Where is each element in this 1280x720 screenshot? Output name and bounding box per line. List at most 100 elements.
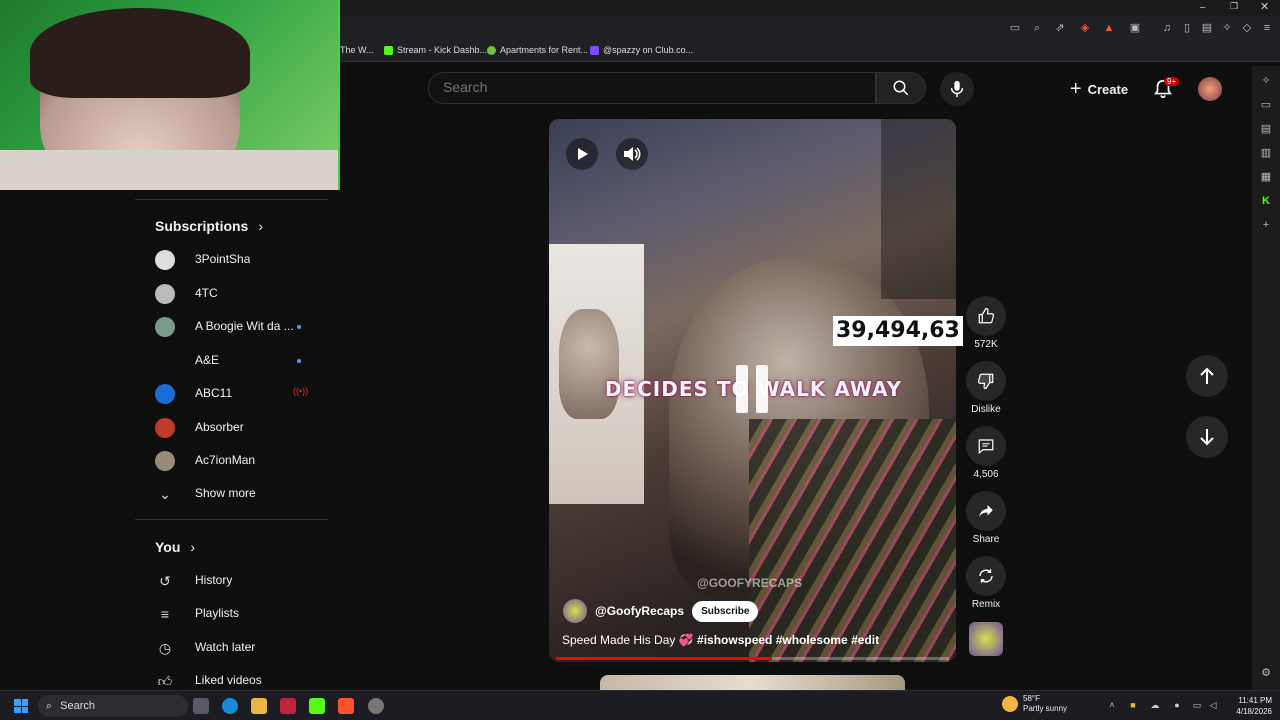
leo-ai-icon[interactable]: ✧ bbox=[1259, 74, 1273, 88]
media-icon[interactable]: ♫ bbox=[1160, 21, 1174, 35]
bookmark-item[interactable]: @spazzy on Club.co... bbox=[590, 45, 693, 55]
sidebar-item-label: 3PointSha bbox=[195, 252, 251, 266]
sidebar-item-subscription[interactable]: A Boogie Wit da ... bbox=[135, 309, 328, 343]
tray-chevron-icon[interactable]: ˄ bbox=[1107, 700, 1117, 710]
app-icon[interactable] bbox=[280, 698, 296, 714]
video-progress-bar[interactable] bbox=[556, 657, 949, 660]
live-icon: ((•)) bbox=[293, 386, 309, 396]
history-icon[interactable]: ▦ bbox=[1259, 170, 1273, 184]
share-icon[interactable]: ⇗ bbox=[1053, 21, 1067, 35]
play-icon bbox=[578, 148, 588, 160]
video-title[interactable]: Speed Made His Day 💞 #ishowspeed #wholes… bbox=[562, 633, 879, 647]
bookmark-item[interactable]: The W... bbox=[340, 45, 374, 55]
search-input[interactable] bbox=[443, 79, 843, 95]
subscriptions-heading[interactable]: Subscriptions › bbox=[155, 218, 263, 234]
file-explorer-icon[interactable] bbox=[251, 698, 267, 714]
remix-button[interactable]: Remix bbox=[966, 556, 1006, 610]
volume-button[interactable] bbox=[616, 138, 648, 170]
sidebar-toggle-icon[interactable]: ▯ bbox=[1180, 21, 1194, 35]
weather-widget[interactable]: 58°F Partly sunny bbox=[1002, 694, 1067, 714]
leo-icon[interactable]: ✧ bbox=[1220, 21, 1234, 35]
taskbar-search[interactable]: ⌕ Search bbox=[38, 695, 188, 717]
dislike-button[interactable]: Dislike bbox=[966, 361, 1006, 415]
search-button[interactable] bbox=[876, 72, 926, 104]
tray-mic-icon[interactable]: ● bbox=[1172, 700, 1182, 710]
network-icon[interactable]: ▭ bbox=[1192, 700, 1202, 710]
windows-start-icon[interactable] bbox=[14, 699, 28, 713]
tabs-icon[interactable]: ▭ bbox=[1259, 98, 1273, 112]
kick-app-icon[interactable] bbox=[309, 698, 325, 714]
settings-gear-icon[interactable]: ⚙ bbox=[1259, 666, 1273, 680]
bookmarks-icon[interactable]: ▥ bbox=[1259, 146, 1273, 160]
tray-cloud-icon[interactable]: ☁ bbox=[1150, 700, 1160, 710]
sidebar-item-watch-later[interactable]: ◷ Watch later bbox=[135, 630, 328, 664]
video-controls bbox=[566, 138, 648, 170]
video-watermark: @GOOFYRECAPS bbox=[697, 576, 803, 590]
comments-button[interactable]: 4,506 bbox=[966, 426, 1006, 480]
sidebar-item-history[interactable]: ↺ History bbox=[135, 563, 328, 597]
minimize-icon[interactable]: – bbox=[1200, 2, 1206, 13]
clock-time: 11:41 PM bbox=[1238, 696, 1272, 705]
play-button[interactable] bbox=[566, 138, 598, 170]
sidebar-item-label: Liked videos bbox=[195, 673, 262, 687]
sidebar-item-subscription[interactable]: 3PointSha bbox=[135, 242, 328, 276]
show-more-button[interactable]: ⌄ Show more bbox=[135, 476, 328, 510]
sidebar-item-playlists[interactable]: ≡ Playlists bbox=[135, 596, 328, 630]
previous-short-button[interactable] bbox=[1186, 355, 1228, 397]
reading-list-icon[interactable]: ▤ bbox=[1259, 122, 1273, 136]
channel-avatar bbox=[155, 451, 175, 471]
you-heading[interactable]: You › bbox=[155, 539, 195, 555]
sidebar-item-subscription[interactable]: Ac7ionMan bbox=[135, 443, 328, 477]
chevron-right-icon: › bbox=[258, 218, 264, 234]
create-button[interactable]: + Create bbox=[1062, 74, 1136, 104]
sidebar-divider bbox=[135, 199, 328, 200]
vpn-icon[interactable]: ◇ bbox=[1240, 21, 1254, 35]
share-button[interactable]: Share bbox=[966, 491, 1006, 545]
search-box[interactable] bbox=[428, 72, 876, 104]
watch-later-icon: ◷ bbox=[158, 640, 172, 656]
restore-icon[interactable]: ❐ bbox=[1230, 1, 1238, 12]
menu-icon[interactable]: ≡ bbox=[1260, 21, 1274, 35]
bookmark-label: The W... bbox=[340, 45, 374, 55]
settings-app-icon[interactable] bbox=[368, 698, 384, 714]
arrow-up-icon bbox=[1200, 367, 1214, 384]
pause-icon[interactable] bbox=[736, 365, 772, 415]
brave-shield-icon[interactable]: ◈ bbox=[1078, 21, 1092, 35]
sidebar-item-subscription[interactable]: Absorber bbox=[135, 410, 328, 444]
sound-thumbnail[interactable] bbox=[969, 622, 1003, 656]
search-icon bbox=[893, 80, 909, 96]
bookmark-item[interactable]: Stream - Kick Dashb... bbox=[384, 45, 487, 55]
like-button[interactable]: 572K bbox=[966, 296, 1006, 350]
wallet-icon[interactable]: ▤ bbox=[1200, 21, 1214, 35]
kick-icon[interactable]: K bbox=[1259, 194, 1273, 208]
speaker-icon[interactable]: ◁ bbox=[1208, 700, 1218, 710]
close-icon[interactable]: ✕ bbox=[1260, 0, 1269, 13]
extension-icon[interactable]: ▣ bbox=[1128, 21, 1142, 35]
channel-name[interactable]: @GoofyRecaps bbox=[595, 604, 684, 618]
bookmark-label: @spazzy on Club.co... bbox=[603, 45, 694, 55]
you-title: You bbox=[155, 539, 181, 555]
tray-app-icon[interactable]: ■ bbox=[1128, 700, 1138, 710]
task-view-icon[interactable] bbox=[193, 698, 209, 714]
comment-icon bbox=[978, 439, 994, 454]
video-hashtags[interactable]: #ishowspeed #wholesome #edit bbox=[697, 633, 879, 647]
channel-avatar[interactable] bbox=[563, 599, 587, 623]
taskbar-clock[interactable]: 11:41 PM 4/18/2026 bbox=[1222, 695, 1272, 717]
next-short-button[interactable] bbox=[1186, 416, 1228, 458]
sidebar-item-subscription[interactable]: ABC11 ((•)) bbox=[135, 376, 328, 410]
voice-search-button[interactable] bbox=[940, 72, 974, 106]
next-video-preview[interactable] bbox=[600, 675, 905, 690]
sidebar-item-subscription[interactable]: 4TC bbox=[135, 276, 328, 310]
edge-icon[interactable] bbox=[222, 698, 238, 714]
bookmark-item[interactable]: Apartments for Rent... bbox=[487, 45, 588, 55]
zoom-icon[interactable]: ⌕ bbox=[1030, 21, 1044, 35]
video-progress-fill bbox=[556, 657, 773, 660]
rewards-icon[interactable]: ▲ bbox=[1102, 21, 1116, 35]
brave-icon[interactable] bbox=[338, 698, 354, 714]
account-avatar[interactable] bbox=[1198, 77, 1222, 101]
cast-icon[interactable]: ▭ bbox=[1008, 21, 1022, 35]
add-panel-icon[interactable]: + bbox=[1259, 218, 1273, 232]
sidebar-item-subscription[interactable]: A&E bbox=[135, 343, 328, 377]
remix-label: Remix bbox=[971, 599, 1001, 610]
subscribe-button[interactable]: Subscribe bbox=[692, 600, 759, 622]
